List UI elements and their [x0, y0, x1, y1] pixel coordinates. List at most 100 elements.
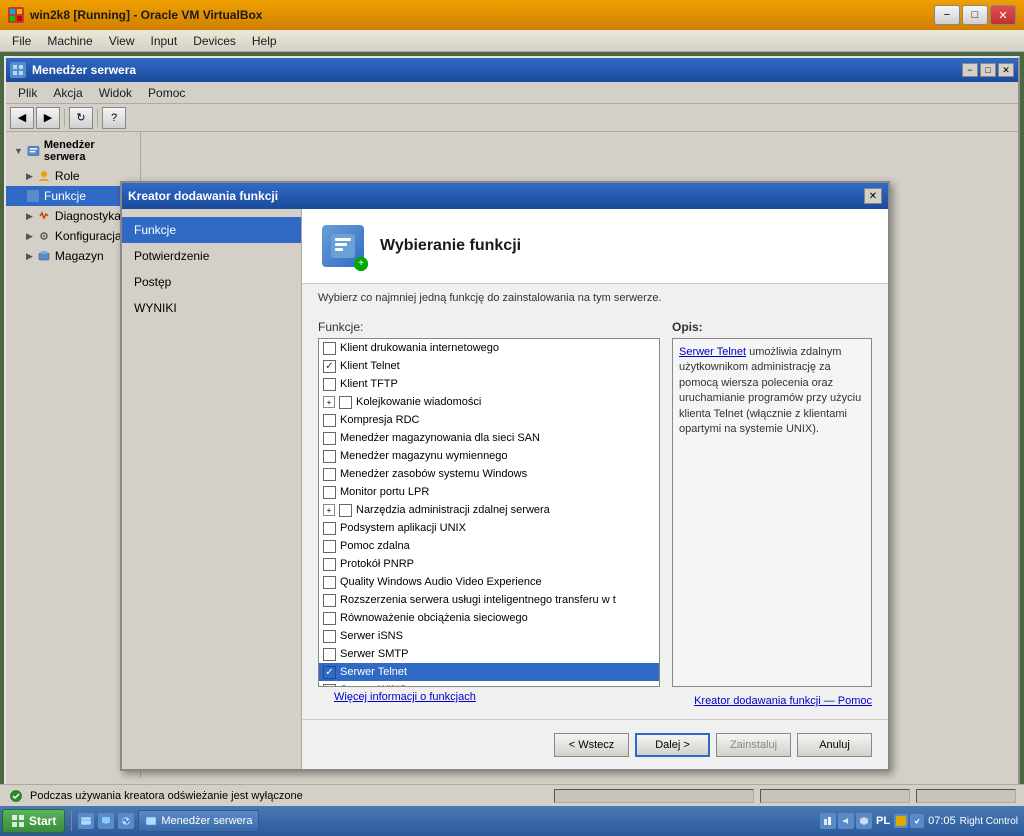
- back-toolbar-btn[interactable]: ◀: [10, 107, 34, 129]
- list-item[interactable]: Serwer iSNS: [319, 627, 659, 645]
- clock: 07:05: [928, 815, 956, 827]
- list-item[interactable]: ✓ Klient Telnet: [319, 357, 659, 375]
- menu-machine[interactable]: Machine: [39, 32, 100, 50]
- features-listbox[interactable]: Klient drukowania internetowego ✓ Klient…: [318, 338, 660, 687]
- item-label: Rozszerzenia serwera usługi inteligentne…: [340, 594, 616, 606]
- install-button[interactable]: Zainstaluj: [716, 733, 791, 757]
- back-button[interactable]: < Wstecz: [554, 733, 629, 757]
- menu-file[interactable]: File: [4, 32, 39, 50]
- expand-kolejkowanie[interactable]: +: [323, 396, 335, 408]
- list-item[interactable]: Klient drukowania internetowego: [319, 339, 659, 357]
- dialog-close-button[interactable]: ✕: [864, 188, 882, 204]
- desc-box: Serwer Telnet umożliwia zdalnym użytkown…: [672, 338, 872, 687]
- next-button[interactable]: Dalej >: [635, 733, 710, 757]
- list-item[interactable]: Monitor portu LPR: [319, 483, 659, 501]
- dialog-nav-funkcje[interactable]: Funkcje: [122, 217, 301, 243]
- sidebar-diag-label: Diagnostyka: [55, 209, 121, 223]
- taskbar-right: PL 07:05 Right Control: [820, 813, 1022, 829]
- checkbox-drukowania[interactable]: [323, 342, 336, 355]
- taskbar-tray-icon-3: [118, 813, 134, 829]
- menu-bar: File Machine View Input Devices Help: [0, 30, 1024, 52]
- checkbox-menedzer-wym[interactable]: [323, 450, 336, 463]
- checkbox-menedzer-win[interactable]: [323, 468, 336, 481]
- more-info-link[interactable]: Więcej informacji o funkcjach: [334, 691, 476, 703]
- list-item[interactable]: Protokół PNRP: [319, 555, 659, 573]
- menu-input[interactable]: Input: [143, 32, 186, 50]
- checkbox-menedzer-san[interactable]: [323, 432, 336, 445]
- checkbox-podsystem[interactable]: [323, 522, 336, 535]
- checkbox-quality[interactable]: [323, 576, 336, 589]
- checkbox-serwer-telnet[interactable]: ✓: [323, 666, 336, 679]
- cancel-button[interactable]: Anuluj: [797, 733, 872, 757]
- tray-security-icon[interactable]: [856, 813, 872, 829]
- tray-network-icon[interactable]: [820, 813, 836, 829]
- checkbox-pomoc[interactable]: [323, 540, 336, 553]
- inner-title-bar: Menedżer serwera − □ ✕: [6, 58, 1018, 82]
- manager-icon: [27, 144, 40, 158]
- checkbox-monitor[interactable]: [323, 486, 336, 499]
- tray-sound-icon[interactable]: [838, 813, 854, 829]
- expand-icon-diag: ▶: [26, 211, 33, 222]
- active-window-btn[interactable]: Menedżer serwera: [138, 810, 259, 832]
- list-item[interactable]: Menedżer zasobów systemu Windows: [319, 465, 659, 483]
- inner-menu-plik[interactable]: Plik: [10, 84, 45, 102]
- item-label: Kompresja RDC: [340, 414, 419, 426]
- inner-menu-pomoc[interactable]: Pomoc: [140, 84, 193, 102]
- list-item[interactable]: Quality Windows Audio Video Experience: [319, 573, 659, 591]
- checkbox-klient-telnet[interactable]: ✓: [323, 360, 336, 373]
- inner-maximize[interactable]: □: [980, 63, 996, 77]
- list-item[interactable]: + Narzędzia administracji zdalnej serwer…: [319, 501, 659, 519]
- dialog-wizard-header: + Wybieranie funkcji: [302, 209, 888, 284]
- active-window-label: Menedżer serwera: [161, 815, 252, 827]
- checkbox-narzedzia[interactable]: [339, 504, 352, 517]
- list-item[interactable]: Równoważenie obciążenia sieciowego: [319, 609, 659, 627]
- wizard-heading: Wybieranie funkcji: [380, 237, 521, 255]
- taskbar: Start Menedżer serwera PL: [0, 806, 1024, 836]
- checkbox-smtp[interactable]: [323, 648, 336, 661]
- list-item[interactable]: Podsystem aplikacji UNIX: [319, 519, 659, 537]
- checkbox-isns[interactable]: [323, 630, 336, 643]
- item-label: Menedżer zasobów systemu Windows: [340, 468, 527, 480]
- close-button[interactable]: ✕: [990, 5, 1016, 25]
- list-item[interactable]: Klient TFTP: [319, 375, 659, 393]
- checkbox-rownowazenie[interactable]: [323, 612, 336, 625]
- list-item[interactable]: Menedżer magazynu wymiennego: [319, 447, 659, 465]
- list-item[interactable]: Rozszerzenia serwera usługi inteligentne…: [319, 591, 659, 609]
- dialog-nav-postep[interactable]: Postęp: [122, 269, 301, 295]
- inner-menu-widok[interactable]: Widok: [91, 84, 140, 102]
- checkbox-protokol[interactable]: [323, 558, 336, 571]
- checkbox-rozszerzenia[interactable]: [323, 594, 336, 607]
- dialog-nav-potwierdzenie[interactable]: Potwierdzenie: [122, 243, 301, 269]
- right-control-label: Right Control: [960, 816, 1018, 827]
- app-icon: [8, 7, 24, 23]
- checkbox-klient-tftp[interactable]: [323, 378, 336, 391]
- list-item[interactable]: Menedżer magazynowania dla sieci SAN: [319, 429, 659, 447]
- help-toolbar-btn[interactable]: ?: [102, 107, 126, 129]
- forward-toolbar-btn[interactable]: ▶: [36, 107, 60, 129]
- dialog-nav-wyniki[interactable]: WYNIKI: [122, 295, 301, 321]
- sidebar-item-manager[interactable]: ▼ Menedżer serwera: [6, 136, 140, 166]
- minimize-button[interactable]: −: [934, 5, 960, 25]
- status-text: Podczas używania kreatora odświeżanie je…: [30, 790, 303, 802]
- checkbox-kolejkowanie[interactable]: [339, 396, 352, 409]
- list-item[interactable]: Pomoc zdalna: [319, 537, 659, 555]
- maximize-button[interactable]: □: [962, 5, 988, 25]
- checkbox-kompresja[interactable]: [323, 414, 336, 427]
- inner-minimize[interactable]: −: [962, 63, 978, 77]
- menu-view[interactable]: View: [101, 32, 143, 50]
- desc-link[interactable]: Serwer Telnet: [679, 346, 746, 358]
- toolbar: ◀ ▶ ↻ ?: [6, 104, 1018, 132]
- help-link[interactable]: Kreator dodawania funkcji — Pomoc: [694, 695, 872, 707]
- menu-devices[interactable]: Devices: [185, 32, 244, 50]
- inner-menu-akcja[interactable]: Akcja: [45, 84, 90, 102]
- refresh-toolbar-btn[interactable]: ↻: [69, 107, 93, 129]
- menu-help[interactable]: Help: [244, 32, 285, 50]
- list-item[interactable]: + Kolejkowanie wiadomości: [319, 393, 659, 411]
- expand-narzedzia[interactable]: +: [323, 504, 335, 516]
- list-item[interactable]: Kompresja RDC: [319, 411, 659, 429]
- wizard-icon: +: [318, 221, 368, 271]
- list-item[interactable]: Serwer SMTP: [319, 645, 659, 663]
- inner-close[interactable]: ✕: [998, 63, 1014, 77]
- start-button[interactable]: Start: [2, 809, 65, 833]
- list-item-serwer-telnet[interactable]: ✓ Serwer Telnet: [319, 663, 659, 681]
